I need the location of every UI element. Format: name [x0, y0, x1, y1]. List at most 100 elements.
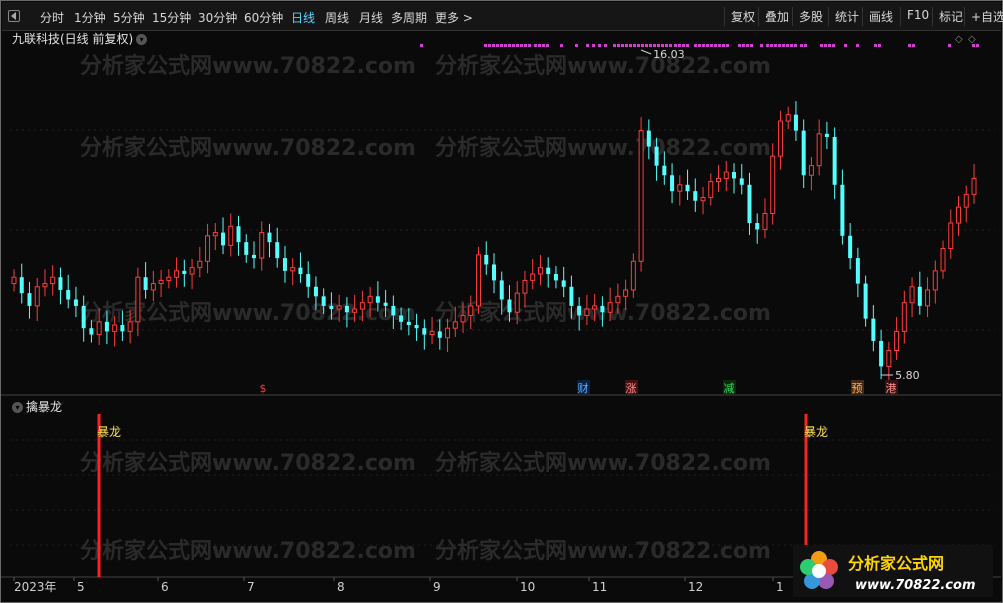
- x-axis-label: 6: [161, 580, 169, 594]
- signal-dot: [617, 44, 620, 47]
- signal-dot: [674, 44, 677, 47]
- logo-name: 分析家公式网: [848, 554, 944, 573]
- signal-dot: [625, 44, 628, 47]
- candle-body: [607, 302, 613, 313]
- signal-dot: [484, 44, 487, 47]
- signal-dot: [686, 44, 689, 47]
- signal-dot: [621, 44, 624, 47]
- signal-dot: [912, 44, 915, 47]
- signal-dot: [782, 44, 785, 47]
- chart-canvas[interactable]: 分析家公式网www.70822.com 分析家公式网www.70822.com分析…: [0, 0, 1003, 603]
- signal-dot: [824, 44, 827, 47]
- event-marker: 港: [886, 382, 897, 395]
- candle-body: [406, 321, 411, 326]
- candle-body: [422, 328, 427, 335]
- signal-dot: [786, 44, 789, 47]
- signal-dot: [976, 44, 979, 47]
- candle-body: [437, 331, 442, 338]
- signal-dot: [542, 44, 545, 47]
- candle-body: [630, 260, 636, 291]
- x-axis-label: 2023年: [14, 580, 57, 594]
- signal-dot: [604, 44, 607, 47]
- signal-dot: [738, 44, 741, 47]
- signal-dot: [726, 44, 729, 47]
- candle-body: [27, 293, 32, 306]
- watermark-text: 分析家公式网www.70822.com: [80, 135, 416, 161]
- chevron-down-icon[interactable]: ▾: [12, 402, 23, 413]
- signal-dot: [804, 44, 807, 47]
- candle-body: [971, 177, 977, 195]
- logo-url: www.70822.com: [855, 578, 976, 593]
- candle-body: [150, 283, 156, 291]
- candle-body: [236, 226, 241, 243]
- signal-dot: [770, 44, 773, 47]
- candle-body: [863, 283, 868, 319]
- signal-dot: [682, 44, 685, 47]
- candle-body: [120, 325, 125, 332]
- candle-body: [507, 299, 512, 313]
- stock-title: 九联科技(日线 前复权): [12, 32, 134, 46]
- candle-body: [104, 321, 109, 332]
- candle-body: [143, 277, 148, 290]
- signal-dot: [844, 44, 847, 47]
- candle-body: [577, 305, 582, 316]
- candle-body: [313, 286, 318, 297]
- signal-dot: [702, 44, 705, 47]
- candle-body: [11, 276, 17, 285]
- candle-body: [414, 325, 419, 329]
- candle-body: [306, 274, 311, 287]
- candle-body: [685, 184, 690, 192]
- signal-dot: [828, 44, 831, 47]
- candle-body: [221, 232, 226, 246]
- signal-dot: [760, 44, 763, 47]
- candle-body: [81, 305, 86, 329]
- candle-body: [716, 177, 722, 183]
- candle-body: [321, 296, 326, 306]
- candle-body: [336, 305, 342, 310]
- candle-body: [367, 295, 373, 304]
- x-axis-label: 10: [520, 580, 535, 594]
- candle-body: [723, 171, 729, 179]
- candle-body: [948, 222, 954, 250]
- signal-dot: [856, 44, 859, 47]
- candle-body: [492, 264, 496, 281]
- signal-dot: [750, 44, 753, 47]
- candle-body: [212, 232, 218, 237]
- candle-body: [352, 308, 358, 313]
- candle-body: [135, 276, 141, 323]
- candle-body: [259, 232, 265, 259]
- candle-body: [19, 277, 24, 294]
- candle-body: [917, 286, 922, 306]
- diamond-icon: ◇: [968, 34, 976, 45]
- candle-body: [344, 305, 349, 313]
- signal-dot: [694, 44, 697, 47]
- candle-body: [747, 184, 752, 224]
- watermark-text: 分析家公式网www.70822.com: [435, 450, 771, 476]
- signal-dot: [516, 44, 519, 47]
- candle-body: [50, 276, 56, 285]
- candle-body: [777, 120, 783, 157]
- event-marker: 预: [852, 382, 863, 395]
- candle-body: [429, 330, 435, 336]
- signal-dot: [496, 44, 499, 47]
- candle-body: [824, 133, 829, 137]
- candle-body: [537, 267, 543, 275]
- candle-body: [42, 283, 48, 288]
- signal-dot: [794, 44, 797, 47]
- signal-dot: [512, 44, 515, 47]
- candle-body: [793, 114, 798, 131]
- candle-body: [654, 146, 659, 166]
- candle-body: [553, 274, 558, 281]
- signal-dot: [534, 44, 537, 47]
- signal-dot: [649, 44, 652, 47]
- x-axis-label: 7: [247, 580, 255, 594]
- signal-dot: [641, 44, 644, 47]
- candle-body: [514, 292, 520, 313]
- candle-body: [894, 330, 900, 352]
- candle-body: [205, 235, 211, 262]
- candle-body: [484, 254, 489, 265]
- candle-body: [638, 130, 644, 262]
- candle-body: [66, 289, 71, 300]
- x-axis-label: 11: [592, 580, 607, 594]
- chevron-down-icon[interactable]: ▾: [136, 34, 148, 45]
